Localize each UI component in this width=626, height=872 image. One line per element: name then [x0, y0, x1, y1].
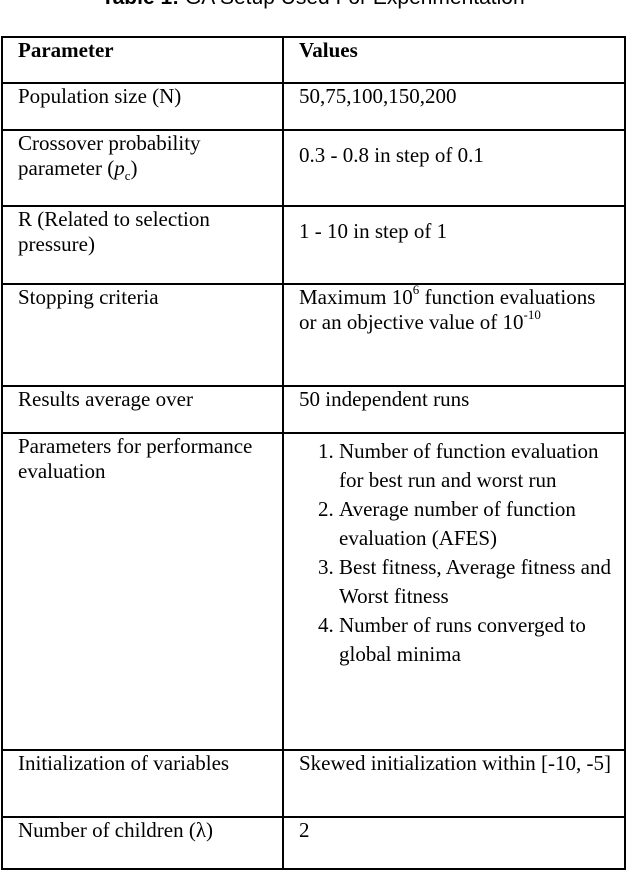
- value-cell: 2: [282, 816, 626, 870]
- value-cell: 0.3 - 0.8 in step of 0.1: [282, 129, 626, 207]
- table-row: Number of children (λ) 2: [1, 816, 626, 870]
- list-item: Best fitness, Average fitness and Worst …: [318, 553, 611, 608]
- parameter-cell: Stopping criteria: [1, 283, 284, 387]
- parameter-cell: R (Related to selection pressure): [1, 205, 284, 285]
- table-row: Initialization of variables Skewed initi…: [1, 749, 626, 818]
- parameter-cell: Results average over: [1, 385, 284, 434]
- value-cell: Number of function evaluation for best r…: [282, 432, 626, 751]
- parameter-cell: Parameters for performance evaluation: [1, 432, 284, 751]
- list-item: Number of runs converged to global minim…: [318, 611, 586, 666]
- table-caption-text: GA Setup Used For Experimentation: [179, 0, 525, 9]
- parameter-cell: Crossover probability parameter (pc): [1, 129, 284, 207]
- value-cell: 50,75,100,150,200: [282, 82, 626, 131]
- table-caption: Table 1: GA Setup Used For Experimentati…: [0, 0, 626, 10]
- value-cell: 1 - 10 in step of 1: [282, 205, 626, 285]
- header-parameter: Parameter: [1, 36, 284, 84]
- parameter-cell: Number of children (λ): [1, 816, 284, 870]
- ga-setup-table: Parameter Values Population size (N) 50,…: [1, 36, 626, 870]
- table-row: Population size (N) 50,75,100,150,200: [1, 82, 626, 131]
- table-caption-label: Table 1:: [101, 0, 179, 9]
- value-cell: 50 independent runs: [282, 385, 626, 434]
- header-values: Values: [282, 36, 626, 84]
- exponent: -10: [523, 307, 541, 322]
- table-row: Stopping criteria Maximum 106 function e…: [1, 282, 626, 387]
- parameter-cell: Initialization of variables: [1, 749, 284, 818]
- table-row: Parameters for performance evaluation Nu…: [1, 432, 626, 751]
- performance-metrics-list: Number of function evaluation for best r…: [299, 437, 618, 669]
- table-row: Crossover probability parameter (pc) 0.3…: [1, 129, 626, 207]
- value-text: Maximum 10: [299, 285, 413, 309]
- value-cell: Skewed initialization within [-10, -5]: [282, 749, 626, 818]
- parameter-cell: Population size (N): [1, 82, 284, 131]
- parameter-text: Crossover probability parameter (: [18, 131, 201, 180]
- list-item: Number of function evaluation for best r…: [318, 437, 599, 492]
- parameter-text-suffix: ): [130, 156, 138, 180]
- table-row: R (Related to selection pressure) 1 - 10…: [1, 205, 626, 285]
- table-header-row: Parameter Values: [1, 36, 626, 84]
- table-row: Results average over 50 independent runs: [1, 385, 626, 434]
- value-cell: Maximum 106 function evaluations or an o…: [282, 282, 626, 387]
- list-item: Average number of function evaluation (A…: [318, 495, 576, 550]
- exponent: 6: [412, 282, 420, 297]
- pc-symbol: p: [114, 156, 125, 180]
